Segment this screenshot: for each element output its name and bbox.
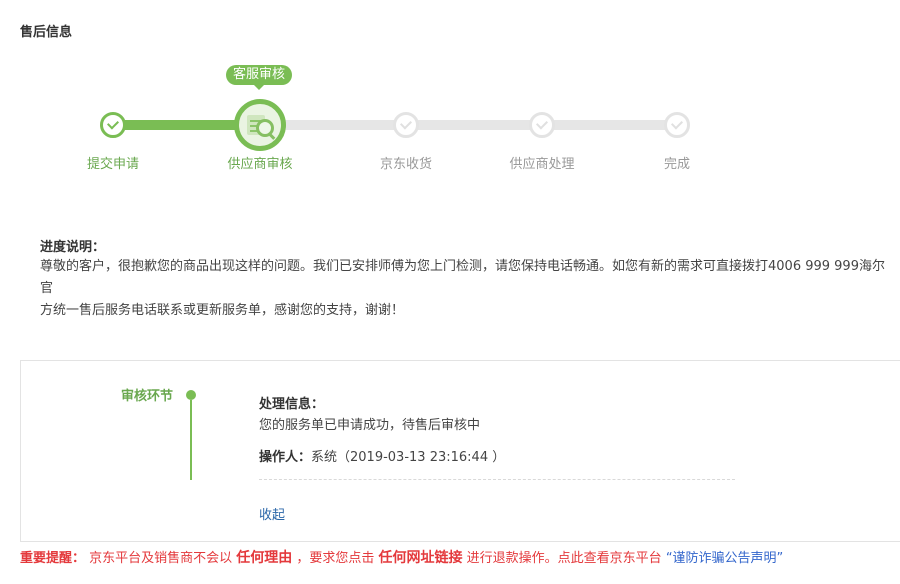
fraud-warning: 重要提醒： 京东平台及销售商不会以 任何理由 ，要求您点击 任何网址链接 进行退… — [20, 547, 783, 567]
progress-desc-title: 进度说明： — [40, 240, 106, 255]
timeline-line — [190, 400, 192, 480]
stage-label: 审核环节 — [121, 389, 174, 404]
fraud-notice-link[interactable]: “谨防诈骗公告声明” — [666, 551, 783, 566]
review-magnifier-icon — [245, 110, 276, 140]
warning-emphasis: 任何理由 — [236, 550, 293, 566]
operator-row: 操作人：系统（2019-03-13 23:16:44 ） — [259, 446, 505, 465]
step-label-jd-receive: 京东收货 — [379, 157, 432, 172]
warning-text: 进行退款操作。点此查看京东平台 — [462, 551, 666, 566]
progress-stepper: 客服审核 提交申请 供应商审核 京东收货 供应商处理 完成 — [0, 60, 900, 180]
timeline-dot — [186, 390, 196, 400]
progress-desc-line: 尊敬的客户，很抱歉您的商品出现这样的问题。我们已安排师傅为您上门检测，请您保持电… — [40, 259, 885, 296]
process-info-title: 处理信息： — [259, 397, 325, 412]
step-node-jd-receive — [393, 112, 419, 138]
step-node-supplier-review — [234, 99, 286, 151]
warning-text: 京东平台及销售商不会以 — [85, 551, 237, 566]
step-node-supplier-process — [529, 112, 555, 138]
step-node-submit — [100, 112, 126, 138]
step-label-supplier-review: 供应商审核 — [227, 157, 293, 172]
dashed-divider — [259, 479, 735, 480]
warning-text: ，要求您点击 — [292, 551, 379, 566]
check-icon — [399, 117, 413, 130]
step-label-submit: 提交申请 — [86, 157, 139, 172]
current-step-bubble: 客服审核 — [226, 65, 293, 90]
warning-emphasis: 任何网址链接 — [378, 550, 463, 566]
progress-desc-line: 方统一售后服务电话联系或更新服务单，感谢您的支持，谢谢！ — [40, 303, 405, 318]
check-icon — [670, 117, 684, 130]
step-node-complete — [664, 112, 690, 138]
section-title: 售后信息 — [20, 25, 73, 40]
step-label-supplier-process: 供应商处理 — [509, 157, 575, 172]
progress-desc-text: 尊敬的客户，很抱歉您的商品出现这样的问题。我们已安排师傅为您上门检测，请您保持电… — [40, 256, 890, 322]
check-icon — [535, 117, 549, 130]
collapse-link[interactable]: 收起 — [259, 504, 285, 523]
process-info-text: 您的服务单已申请成功，待售后审核中 — [259, 418, 481, 433]
step-label-complete: 完成 — [663, 157, 690, 172]
check-icon — [106, 117, 120, 130]
process-log-box: 审核环节 处理信息： 您的服务单已申请成功，待售后审核中 操作人：系统（2019… — [20, 360, 900, 542]
operator-value: 系统（2019-03-13 23:16:44 ） — [311, 450, 506, 465]
operator-label: 操作人： — [259, 450, 312, 465]
warning-prefix: 重要提醒： — [20, 551, 86, 566]
